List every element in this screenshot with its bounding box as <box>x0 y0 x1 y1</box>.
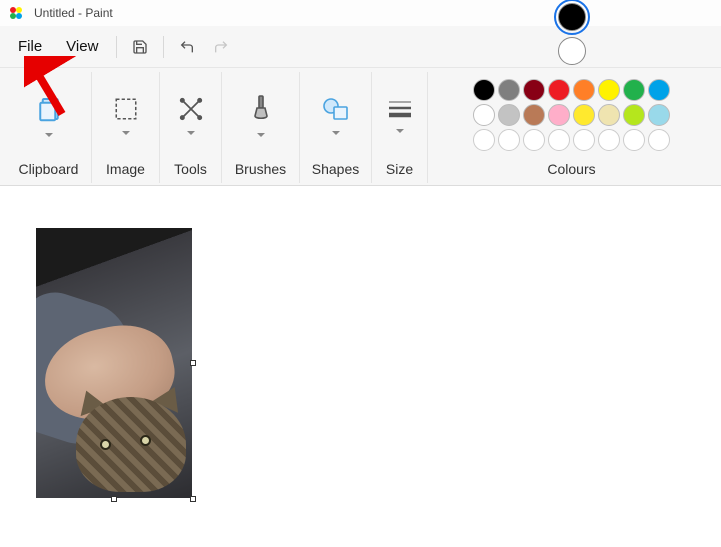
colour-swatch[interactable] <box>548 104 570 126</box>
tools-label: Tools <box>174 161 207 177</box>
clipboard-group[interactable]: Clipboard <box>6 72 92 183</box>
colour-swatch[interactable] <box>473 129 495 151</box>
primary-colour-swatch[interactable] <box>558 3 586 31</box>
file-menu[interactable]: File <box>6 32 54 61</box>
clipboard-icon <box>34 94 64 127</box>
size-group[interactable]: Size <box>372 72 428 183</box>
colour-swatch[interactable] <box>598 104 620 126</box>
line-weight-icon <box>387 98 413 123</box>
resize-handle-right[interactable] <box>190 360 196 366</box>
window-title: Untitled - Paint <box>34 6 113 20</box>
chevron-down-icon <box>257 133 265 137</box>
undo-button[interactable] <box>170 30 204 64</box>
colour-swatch[interactable] <box>623 129 645 151</box>
colour-swatch-grid <box>473 79 670 151</box>
colour-swatch[interactable] <box>523 129 545 151</box>
pencil-crossed-icon <box>178 96 204 125</box>
colour-swatch[interactable] <box>548 79 570 101</box>
brush-icon <box>249 94 273 127</box>
brushes-group[interactable]: Brushes <box>222 72 300 183</box>
shapes-group[interactable]: Shapes <box>300 72 372 183</box>
resize-handle-corner[interactable] <box>190 496 196 502</box>
chevron-down-icon <box>45 133 53 137</box>
colour-swatch[interactable] <box>598 79 620 101</box>
colour-swatch[interactable] <box>623 104 645 126</box>
colour-swatch[interactable] <box>498 129 520 151</box>
secondary-colour-swatch[interactable] <box>558 37 586 65</box>
canvas-image[interactable] <box>36 228 192 498</box>
colour-swatch[interactable] <box>648 79 670 101</box>
tools-group[interactable]: Tools <box>160 72 222 183</box>
colour-swatch[interactable] <box>498 104 520 126</box>
shapes-icon <box>322 96 350 125</box>
clipboard-label: Clipboard <box>19 161 79 177</box>
colour-swatch[interactable] <box>523 79 545 101</box>
view-menu[interactable]: View <box>54 32 110 61</box>
colour-swatch[interactable] <box>573 129 595 151</box>
colour-swatch[interactable] <box>498 79 520 101</box>
chevron-down-icon <box>187 131 195 135</box>
colour-swatch[interactable] <box>473 79 495 101</box>
brushes-label: Brushes <box>235 161 286 177</box>
app-icon <box>8 5 24 21</box>
colour-swatch[interactable] <box>573 104 595 126</box>
shapes-label: Shapes <box>312 161 359 177</box>
image-label: Image <box>106 161 145 177</box>
size-label: Size <box>386 161 413 177</box>
colour-swatch[interactable] <box>548 129 570 151</box>
redo-button[interactable] <box>204 30 238 64</box>
menu-bar: File View <box>0 26 721 68</box>
chevron-down-icon <box>122 131 130 135</box>
colour-swatch[interactable] <box>623 79 645 101</box>
current-colours <box>558 3 586 65</box>
title-bar: Untitled - Paint <box>0 0 721 26</box>
colour-swatch[interactable] <box>598 129 620 151</box>
save-button[interactable] <box>123 30 157 64</box>
chevron-down-icon <box>332 131 340 135</box>
canvas-area[interactable] <box>0 186 721 547</box>
colours-label: Colours <box>547 161 595 177</box>
resize-handle-bottom[interactable] <box>111 496 117 502</box>
chevron-down-icon <box>396 129 404 133</box>
selection-rectangle-icon <box>113 96 139 125</box>
menu-separator <box>163 36 164 58</box>
colour-swatch[interactable] <box>648 129 670 151</box>
colour-swatch[interactable] <box>648 104 670 126</box>
image-group[interactable]: Image <box>92 72 160 183</box>
colour-swatch[interactable] <box>473 104 495 126</box>
colour-swatch[interactable] <box>523 104 545 126</box>
colours-group: Colours <box>428 72 715 183</box>
colour-swatch[interactable] <box>573 79 595 101</box>
ribbon: Clipboard Image Tools <box>0 68 721 186</box>
pasted-image-content <box>36 228 192 498</box>
menu-separator <box>116 36 117 58</box>
